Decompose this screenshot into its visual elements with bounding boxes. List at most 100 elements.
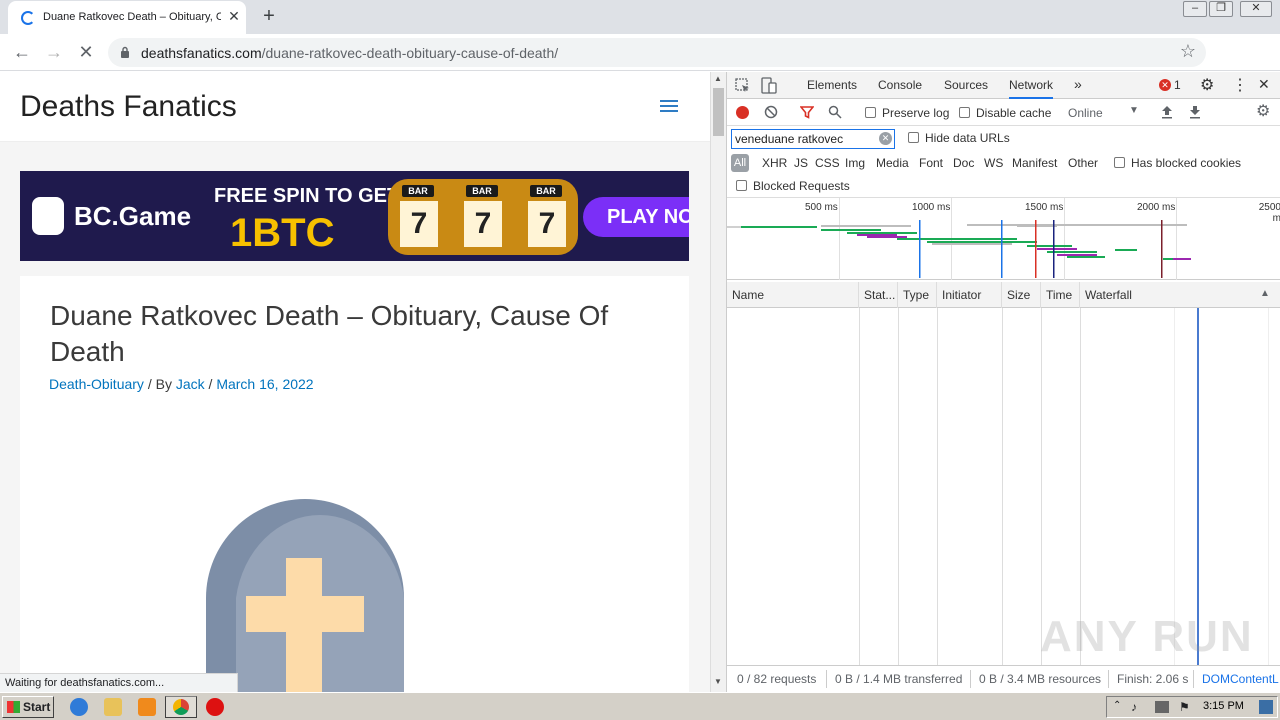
taskbar-clock[interactable]: 3:15 PM — [1203, 700, 1244, 712]
gravestone-icon — [206, 499, 404, 692]
article: Duane Ratkovec Death – Obituary, Cause O… — [20, 276, 689, 692]
banner-play-button[interactable]: PLAY NO — [583, 197, 689, 237]
preserve-log-checkbox[interactable] — [865, 107, 876, 118]
type-filter-font[interactable]: Font — [919, 156, 943, 170]
site-title[interactable]: Deaths Fanatics — [20, 90, 237, 124]
close-devtools-icon[interactable]: ✕ — [1258, 76, 1270, 93]
type-filter-other[interactable]: Other — [1068, 156, 1098, 170]
scroll-up-icon[interactable]: ▲ — [714, 74, 722, 83]
slot-reel: 7 — [400, 201, 438, 247]
column-divider — [898, 308, 899, 665]
error-icon[interactable]: ✕ — [1159, 79, 1171, 91]
post-category-link[interactable]: Death-Obituary — [49, 376, 144, 392]
more-tabs-icon[interactable]: » — [1074, 76, 1082, 92]
blocked-requests-checkbox[interactable] — [736, 180, 747, 191]
inspect-element-icon[interactable] — [735, 78, 751, 94]
tab-console[interactable]: Console — [878, 78, 922, 92]
volume-icon[interactable]: ♪ — [1131, 700, 1137, 714]
network-status-bar: 0 / 82 requests 0 B / 1.4 MB transferred… — [727, 665, 1280, 692]
tab-close-icon[interactable]: ✕ — [226, 8, 242, 24]
column-initiator[interactable]: Initiator — [937, 282, 1002, 308]
chrome-taskbar-button[interactable] — [165, 696, 197, 718]
action-center-flag-icon[interactable]: ⚑ — [1179, 700, 1190, 714]
bookmark-star-icon[interactable]: ☆ — [1180, 41, 1196, 62]
filter-input[interactable]: veneduane ratkovec — [731, 129, 895, 149]
network-settings-gear-icon[interactable]: ⚙ — [1256, 101, 1270, 121]
slot-reel: 7 — [464, 201, 502, 247]
internet-explorer-icon[interactable] — [70, 698, 88, 716]
tab-sources[interactable]: Sources — [944, 78, 988, 92]
start-label: Start — [23, 700, 51, 714]
type-filter-manifest[interactable]: Manifest — [1012, 156, 1057, 170]
address-bar[interactable]: deathsfanatics.com/duane-ratkovec-death-… — [108, 38, 1206, 67]
record-icon[interactable] — [736, 106, 749, 119]
scroll-down-icon[interactable]: ▼ — [714, 677, 722, 686]
forward-arrow-icon[interactable]: → — [42, 41, 66, 65]
type-filter-all[interactable]: All — [731, 154, 749, 172]
hide-data-urls-checkbox[interactable] — [908, 132, 919, 143]
banner-promo-line2: 1BTC — [230, 211, 335, 255]
has-blocked-cookies-checkbox[interactable] — [1114, 157, 1125, 168]
preserve-log-label: Preserve log — [882, 106, 950, 120]
show-hidden-icons-icon[interactable]: ⌃ — [1113, 700, 1121, 711]
post-author-link[interactable]: Jack — [176, 376, 205, 392]
column-name[interactable]: Name — [727, 282, 859, 308]
throttle-select[interactable]: Online — [1068, 106, 1103, 120]
scrollbar-thumb[interactable] — [713, 88, 724, 136]
browser-tab[interactable]: Duane Ratkovec Death – Obituary, C ✕ — [8, 1, 246, 34]
column-type[interactable]: Type — [898, 282, 937, 308]
stop-sign-icon[interactable] — [206, 698, 224, 716]
back-arrow-icon[interactable]: ← — [10, 41, 34, 65]
type-filter-xhr[interactable]: XHR — [762, 156, 787, 170]
status-separator — [826, 670, 827, 688]
start-button[interactable]: Start — [2, 696, 54, 718]
import-har-icon[interactable] — [1161, 105, 1173, 119]
clear-filter-icon[interactable]: ✕ — [879, 132, 892, 145]
post-by: / By — [143, 376, 176, 392]
post-date-link[interactable]: March 16, 2022 — [216, 376, 313, 392]
page-scrollbar[interactable]: ▲ ▼ — [710, 72, 726, 692]
sort-ascending-icon[interactable]: ▲ — [1260, 288, 1270, 299]
close-window-button[interactable]: ✕ — [1240, 1, 1272, 17]
network-tray-icon[interactable] — [1155, 701, 1169, 713]
tab-elements[interactable]: Elements — [807, 78, 857, 92]
tab-network[interactable]: Network — [1009, 78, 1054, 99]
disable-cache-checkbox[interactable] — [959, 107, 970, 118]
column-time[interactable]: Time — [1041, 282, 1080, 308]
status-transferred: 0 B / 1.4 MB transferred — [835, 672, 963, 686]
settings-gear-icon[interactable]: ⚙ — [1200, 75, 1214, 95]
restore-window-button[interactable]: ❐ — [1209, 1, 1233, 17]
network-overview-timeline[interactable]: 500 ms 1000 ms 1500 ms 2000 ms 2500 m — [727, 198, 1280, 280]
stop-loading-icon[interactable]: ✕ — [74, 41, 98, 65]
type-filter-doc[interactable]: Doc — [953, 156, 974, 170]
file-explorer-icon[interactable] — [104, 698, 122, 716]
media-player-icon[interactable] — [138, 698, 156, 716]
clear-icon[interactable] — [764, 105, 778, 119]
ad-banner[interactable]: BC.Game FREE SPIN TO GET 1BTC BAR BAR BA… — [20, 171, 689, 261]
type-filter-css[interactable]: CSS — [815, 156, 840, 170]
show-desktop-icon[interactable] — [1259, 700, 1273, 714]
column-waterfall[interactable]: Waterfall — [1080, 282, 1280, 308]
status-separator — [970, 670, 971, 688]
new-tab-button[interactable]: + — [258, 6, 280, 28]
minimize-window-button[interactable]: – — [1183, 1, 1207, 17]
chevron-down-icon[interactable]: ▼ — [1129, 105, 1139, 116]
error-count[interactable]: 1 — [1174, 78, 1181, 92]
banner-promo-line1: FREE SPIN TO GET — [214, 185, 400, 207]
column-size[interactable]: Size — [1002, 282, 1041, 308]
column-divider — [859, 308, 860, 665]
type-filter-img[interactable]: Img — [845, 156, 865, 170]
export-har-icon[interactable] — [1189, 105, 1201, 119]
url-text[interactable]: deathsfanatics.com/duane-ratkovec-death-… — [141, 45, 558, 61]
type-filter-media[interactable]: Media — [876, 156, 909, 170]
menu-hamburger-icon[interactable] — [660, 100, 678, 114]
request-table-header: Name Stat... Type Initiator Size Time Wa… — [727, 282, 1280, 308]
device-toolbar-icon[interactable] — [761, 77, 777, 95]
type-filter-ws[interactable]: WS — [984, 156, 1003, 170]
search-icon[interactable] — [828, 105, 842, 119]
hide-data-urls-label: Hide data URLs — [925, 131, 1010, 145]
column-status[interactable]: Stat... — [859, 282, 898, 308]
devtools-menu-icon[interactable]: ⋮ — [1232, 75, 1248, 95]
type-filter-js[interactable]: JS — [794, 156, 808, 170]
filter-icon[interactable] — [800, 105, 814, 119]
